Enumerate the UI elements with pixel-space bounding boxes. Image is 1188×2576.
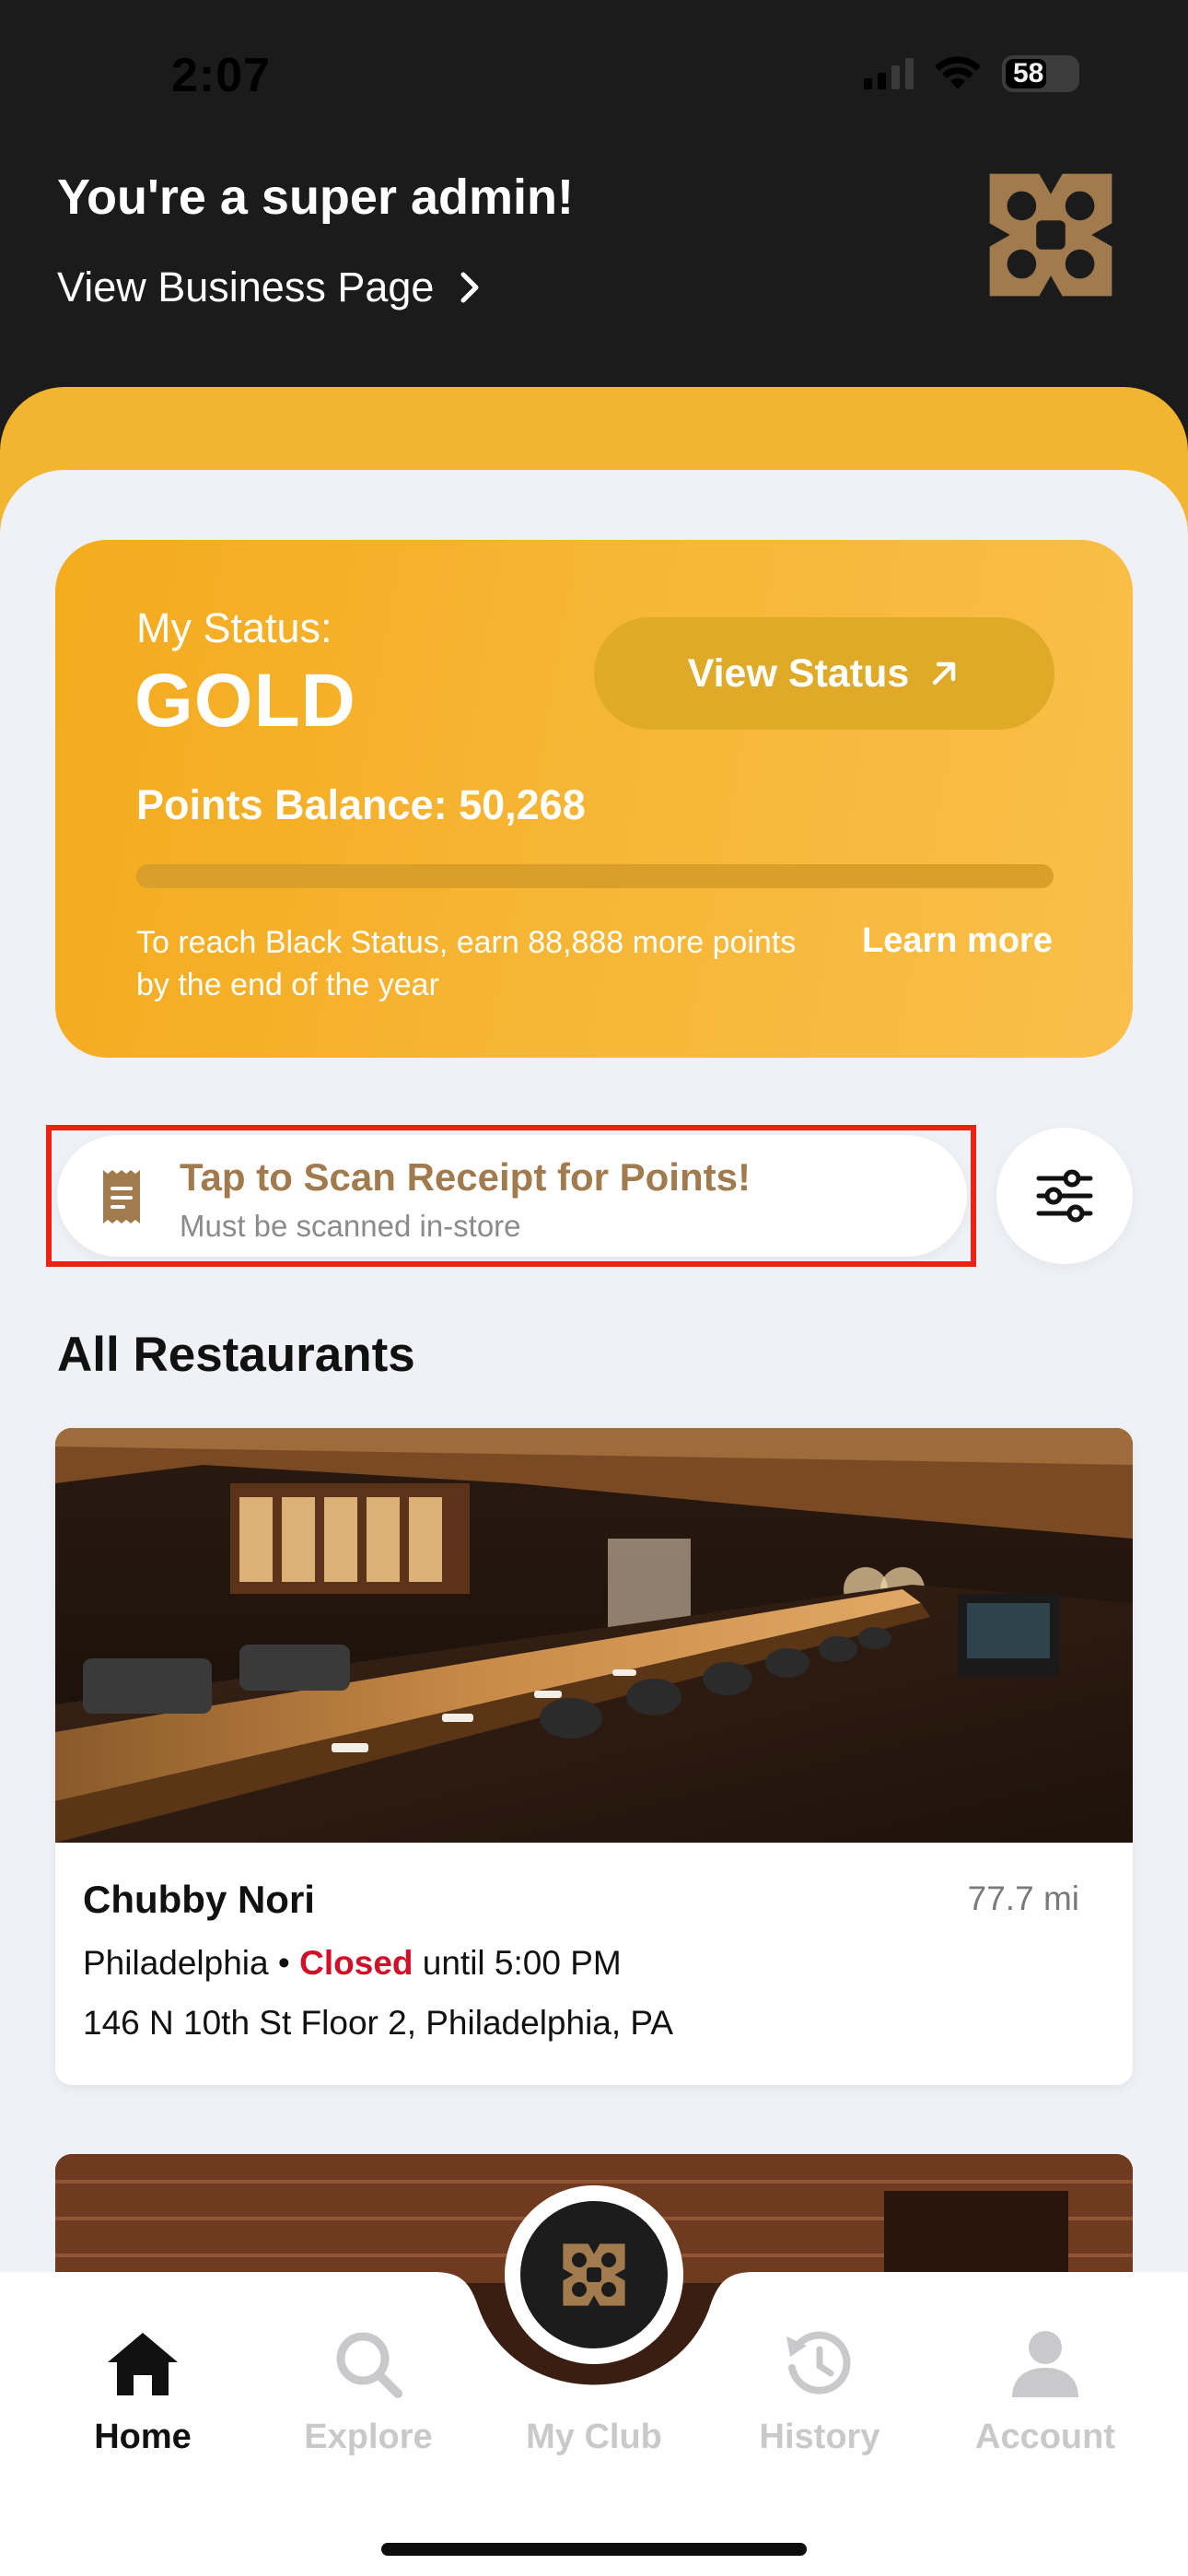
view-business-page-label: View Business Page [57, 263, 435, 310]
filter-button[interactable] [996, 1128, 1133, 1264]
nav-home-label: Home [94, 2418, 192, 2456]
nav-home[interactable]: Home [32, 2327, 253, 2457]
my-club-center-button[interactable] [505, 2185, 683, 2364]
nav-explore-label: Explore [304, 2418, 433, 2456]
restaurant-status: Closed [299, 1944, 413, 1982]
arrow-up-right-icon [933, 662, 956, 685]
nav-explore[interactable]: Explore [258, 2327, 479, 2457]
view-business-page-link[interactable]: View Business Page [57, 263, 485, 311]
chevron-right-icon [460, 272, 479, 303]
account-icon [1012, 2331, 1078, 2397]
battery-level: 58 [1013, 58, 1044, 88]
home-icon [108, 2333, 178, 2395]
status-bar-time: 2:07 [171, 49, 272, 102]
restaurant-city: Philadelphia [83, 1944, 269, 1982]
nav-history-label: History [759, 2418, 880, 2456]
progress-note: To reach Black Status, earn 88,888 more … [136, 925, 797, 1002]
points-balance: Points Balance: 50,268 [136, 781, 586, 828]
status-label: My Status: [136, 604, 332, 651]
status-progress-bar [136, 864, 1054, 888]
status-tier: GOLD [134, 659, 356, 743]
learn-more-link[interactable]: Learn more [862, 921, 1053, 961]
club-logo-icon [563, 2243, 625, 2306]
restaurant-name: Chubby Nori [83, 1878, 315, 1921]
brand-logo-icon [989, 173, 1112, 297]
restaurant-card[interactable]: Chubby Nori 77.7 mi Philadelphia • Close… [55, 1428, 1133, 2085]
section-title-all-restaurants: All Restaurants [57, 1328, 415, 1382]
nav-history[interactable]: History [709, 2327, 930, 2457]
nav-account[interactable]: Account [935, 2327, 1156, 2457]
restaurant-status-detail: until 5:00 PM [422, 1944, 622, 1982]
status-bar-indicators: 58 [864, 55, 1079, 92]
admin-title: You're a super admin! [57, 170, 574, 225]
nav-my-club-label: My Club [526, 2418, 662, 2456]
cellular-signal-icon [864, 58, 914, 89]
separator-dot: • [277, 1944, 290, 1982]
wifi-icon [935, 56, 981, 89]
restaurant-photo [55, 1428, 1133, 1843]
battery-icon: 58 [1002, 55, 1079, 92]
restaurant-distance: 77.7 mi [967, 1879, 1079, 1917]
restaurant-address: 146 N 10th St Floor 2, Philadelphia, PA [83, 2004, 674, 2042]
view-status-button[interactable]: View Status [594, 617, 1054, 730]
restaurant-hours-line: Philadelphia • Closed until 5:00 PM [83, 1944, 622, 1983]
sliders-icon [1036, 1169, 1093, 1223]
status-card: My Status: GOLD View Status Points Balan… [55, 540, 1133, 1058]
scan-receipt-highlight [46, 1125, 976, 1267]
home-indicator [381, 2543, 807, 2556]
view-status-label: View Status [687, 650, 910, 696]
search-icon [336, 2332, 402, 2398]
history-icon [786, 2331, 851, 2395]
nav-account-label: Account [975, 2418, 1115, 2456]
